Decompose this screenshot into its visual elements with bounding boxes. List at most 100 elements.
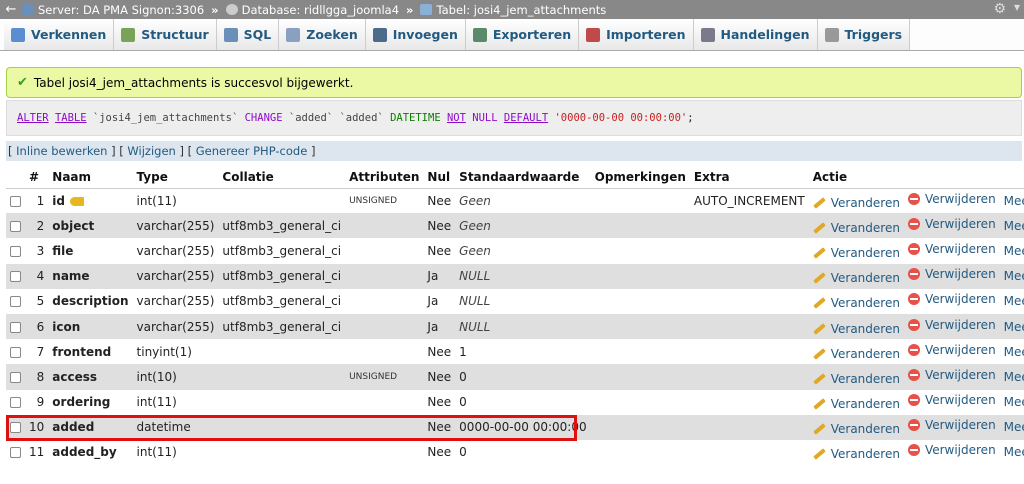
- column-name[interactable]: object: [48, 213, 133, 239]
- change-action[interactable]: Veranderen: [812, 322, 900, 336]
- change-action[interactable]: Veranderen: [812, 271, 900, 285]
- pencil-icon: [812, 448, 826, 461]
- delete-action[interactable]: Verwijderen: [907, 443, 996, 457]
- row-checkbox[interactable]: [10, 195, 21, 207]
- row-checkbox[interactable]: [10, 422, 21, 434]
- breadcrumb-database[interactable]: Database: ridllgga_joomla4: [225, 3, 399, 17]
- tab-zoeken[interactable]: Zoeken: [279, 19, 366, 50]
- delete-action[interactable]: Verwijderen: [907, 368, 996, 382]
- more-action[interactable]: Meer: [1004, 345, 1024, 359]
- column-name[interactable]: ordering: [48, 389, 133, 415]
- change-action[interactable]: Veranderen: [812, 422, 900, 436]
- change-action[interactable]: Veranderen: [812, 397, 900, 411]
- more-action[interactable]: Meer: [1004, 445, 1024, 459]
- change-action[interactable]: Veranderen: [812, 347, 900, 361]
- row-checkbox[interactable]: [10, 296, 21, 308]
- inline-edit-link[interactable]: Inline bewerken: [16, 144, 107, 158]
- generate-php-link[interactable]: Genereer PHP-code: [196, 144, 308, 158]
- change-action[interactable]: Veranderen: [812, 196, 900, 210]
- column-collation: [218, 439, 346, 466]
- column-name[interactable]: id: [48, 188, 133, 214]
- row-actions: Veranderen Verwijderen Meer: [808, 339, 1024, 365]
- delete-action[interactable]: Verwijderen: [907, 292, 996, 306]
- more-action[interactable]: Meer: [1004, 194, 1024, 208]
- column-name[interactable]: icon: [48, 313, 133, 340]
- change-action[interactable]: Veranderen: [812, 246, 900, 260]
- more-action[interactable]: Meer: [1004, 370, 1024, 384]
- sql-identifier: `josi4_jem_attachments`: [92, 112, 239, 124]
- column-header[interactable]: Opmerkingen: [590, 167, 690, 189]
- sql-keyword[interactable]: ALTER: [17, 112, 49, 124]
- column-header[interactable]: Standaardwaarde: [455, 167, 591, 189]
- gear-icon[interactable]: ⚙: [993, 1, 1006, 17]
- tab-triggers[interactable]: Triggers: [817, 19, 911, 50]
- row-checkbox[interactable]: [10, 271, 21, 283]
- sql-keyword[interactable]: DEFAULT: [504, 112, 548, 124]
- more-action[interactable]: Meer: [1004, 395, 1024, 409]
- row-checkbox[interactable]: [10, 397, 21, 409]
- column-name[interactable]: name: [48, 263, 133, 289]
- column-name[interactable]: frontend: [48, 339, 133, 365]
- column-header[interactable]: Actie: [808, 167, 1024, 189]
- tab-invoegen[interactable]: Invoegen: [365, 19, 466, 50]
- change-action[interactable]: Veranderen: [812, 372, 900, 386]
- more-action[interactable]: Meer: [1004, 269, 1024, 283]
- row-checkbox[interactable]: [10, 447, 21, 459]
- column-name[interactable]: added_by: [48, 439, 133, 466]
- column-header[interactable]: Nul: [423, 167, 456, 189]
- column-default: 0000-00-00 00:00:00: [455, 414, 591, 440]
- edit-link[interactable]: Wijzigen: [127, 144, 175, 158]
- column-attributes: [345, 414, 424, 440]
- column-header[interactable]: Type: [132, 167, 219, 189]
- row-checkbox[interactable]: [10, 220, 21, 232]
- change-action[interactable]: Veranderen: [812, 447, 900, 461]
- delete-action[interactable]: Verwijderen: [907, 192, 996, 206]
- breadcrumb-table[interactable]: Tabel: josi4_jem_attachments: [420, 3, 606, 17]
- tab-handelingen[interactable]: Handelingen: [693, 19, 818, 50]
- column-header[interactable]: Attributen: [345, 167, 424, 189]
- more-action[interactable]: Meer: [1004, 294, 1024, 308]
- more-action[interactable]: Meer: [1004, 420, 1024, 434]
- tab-structuur[interactable]: Structuur: [114, 19, 217, 50]
- column-header[interactable]: #: [25, 167, 49, 189]
- more-action[interactable]: Meer: [1004, 320, 1024, 334]
- row-checkbox[interactable]: [10, 371, 21, 383]
- change-action[interactable]: Veranderen: [812, 296, 900, 310]
- collapse-icon[interactable]: ▾: [1014, 0, 1020, 14]
- sql-keyword[interactable]: TABLE: [55, 112, 87, 124]
- column-name[interactable]: file: [48, 238, 133, 264]
- tab-verkennen[interactable]: Verkennen: [4, 19, 115, 50]
- column-header[interactable]: Extra: [689, 167, 809, 189]
- row-actions: Veranderen Verwijderen Meer: [808, 313, 1024, 340]
- breadcrumb-server[interactable]: Server: DA PMA Signon:3306: [22, 3, 204, 17]
- tab-sql[interactable]: SQL: [216, 19, 280, 50]
- column-name[interactable]: access: [48, 364, 133, 390]
- row-checkbox[interactable]: [10, 245, 21, 257]
- row-checkbox[interactable]: [10, 321, 21, 333]
- delete-action[interactable]: Verwijderen: [907, 418, 996, 432]
- table-row: 10 added datetime Nee 0000-00-00 00:00:00 Ver…: [6, 414, 1024, 440]
- row-number: 11: [25, 439, 49, 466]
- delete-action[interactable]: Verwijderen: [907, 217, 996, 231]
- more-action[interactable]: Meer: [1004, 244, 1024, 258]
- column-extra: [689, 213, 809, 239]
- delete-action[interactable]: Verwijderen: [907, 343, 996, 357]
- column-name[interactable]: description: [48, 288, 133, 314]
- tab-exporteren[interactable]: Exporteren: [465, 19, 580, 50]
- column-header[interactable]: Collatie: [218, 167, 346, 189]
- column-name[interactable]: added: [48, 414, 133, 440]
- sql-identifier: `added`: [288, 112, 334, 124]
- change-action[interactable]: Veranderen: [812, 221, 900, 235]
- column-header[interactable]: Naam: [48, 167, 133, 189]
- sql-keyword[interactable]: NOT: [447, 112, 466, 124]
- column-attributes: [345, 389, 424, 415]
- tab-importeren[interactable]: Importeren: [579, 19, 694, 50]
- more-action[interactable]: Meer: [1004, 219, 1024, 233]
- back-arrow-icon[interactable]: ←: [0, 2, 22, 17]
- delete-action[interactable]: Verwijderen: [907, 242, 996, 256]
- delete-action[interactable]: Verwijderen: [907, 267, 996, 281]
- delete-action[interactable]: Verwijderen: [907, 318, 996, 332]
- delete-action[interactable]: Verwijderen: [907, 393, 996, 407]
- row-checkbox[interactable]: [10, 346, 21, 358]
- structure-table-wrapper: # Naam Type Collatie Attributen Nul Stan…: [6, 167, 1024, 466]
